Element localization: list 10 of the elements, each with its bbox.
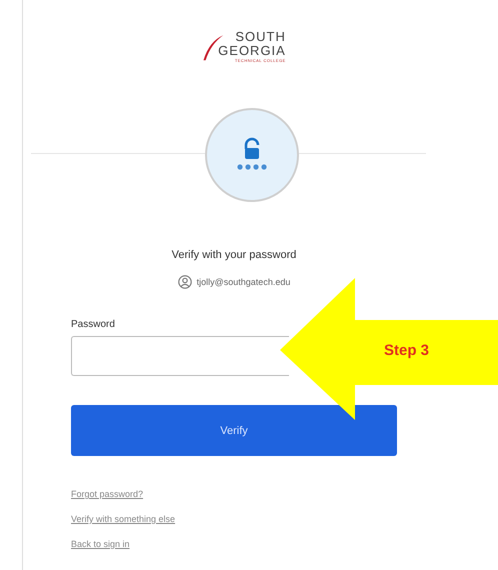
text-link[interactable]: Verify with something else: [71, 514, 176, 524]
page-heading: Verify with your password: [170, 249, 298, 261]
annotation-label: Step 3: [384, 342, 430, 359]
account-email: tjolly@southgatech.edu: [196, 277, 290, 287]
field-label: Password: [71, 319, 116, 330]
verify-button[interactable]: Verify: [71, 405, 397, 456]
password-field[interactable]: [71, 336, 289, 376]
user-icon: [178, 275, 192, 289]
text-link[interactable]: Forgot password?: [71, 489, 144, 499]
text-link[interactable]: Back to sign in: [71, 539, 130, 549]
